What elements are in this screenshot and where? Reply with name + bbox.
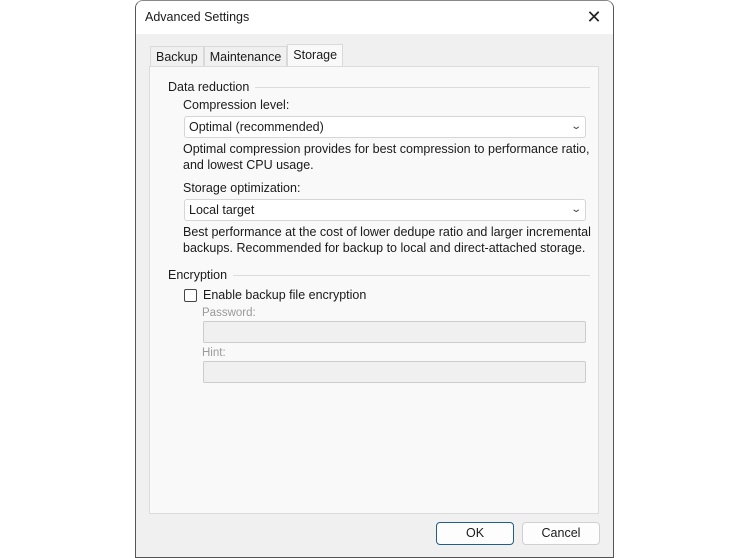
tab-maintenance[interactable]: Maintenance <box>203 46 288 67</box>
tab-backup[interactable]: Backup <box>150 46 204 67</box>
optimization-label: Storage optimization: <box>183 181 301 195</box>
dialog-title: Advanced Settings <box>145 10 250 24</box>
password-label: Password: <box>202 307 256 319</box>
optimization-description: Best performance at the cost of lower de… <box>183 225 591 255</box>
enable-encryption-label[interactable]: Enable backup file encryption <box>203 288 366 302</box>
storage-panel: Data reduction Compression level: Optima… <box>149 66 599 514</box>
enable-encryption-checkbox[interactable] <box>184 289 197 302</box>
hint-label: Hint: <box>202 347 226 359</box>
chevron-down-icon: ⌄ <box>569 121 582 132</box>
storage-optimization-select[interactable]: Local target ⌄ <box>184 199 586 221</box>
ok-button[interactable]: OK <box>436 522 514 545</box>
group-label: Encryption <box>168 268 228 282</box>
compression-description: Optimal compression provides for best co… <box>183 142 590 172</box>
encryption-group: Encryption <box>168 268 590 282</box>
password-input[interactable] <box>203 321 586 343</box>
cancel-button[interactable]: Cancel <box>522 522 600 545</box>
close-icon[interactable]: ✕ <box>583 6 605 28</box>
selected-value: Local target <box>189 203 255 217</box>
chevron-down-icon: ⌄ <box>569 204 582 215</box>
tab-bar: Backup Maintenance Storage <box>150 44 344 68</box>
title-bar: Advanced Settings ✕ <box>136 1 613 34</box>
selected-value: Optimal (recommended) <box>189 120 324 134</box>
compression-label: Compression level: <box>183 98 290 112</box>
advanced-settings-dialog: Advanced Settings ✕ Backup Maintenance S… <box>135 0 614 558</box>
divider <box>233 274 590 276</box>
divider <box>255 86 590 88</box>
hint-input[interactable] <box>203 361 586 383</box>
tab-storage[interactable]: Storage <box>287 44 344 68</box>
data-reduction-group: Data reduction <box>168 80 590 94</box>
compression-level-select[interactable]: Optimal (recommended) ⌄ <box>184 116 586 138</box>
group-label: Data reduction <box>168 80 250 94</box>
